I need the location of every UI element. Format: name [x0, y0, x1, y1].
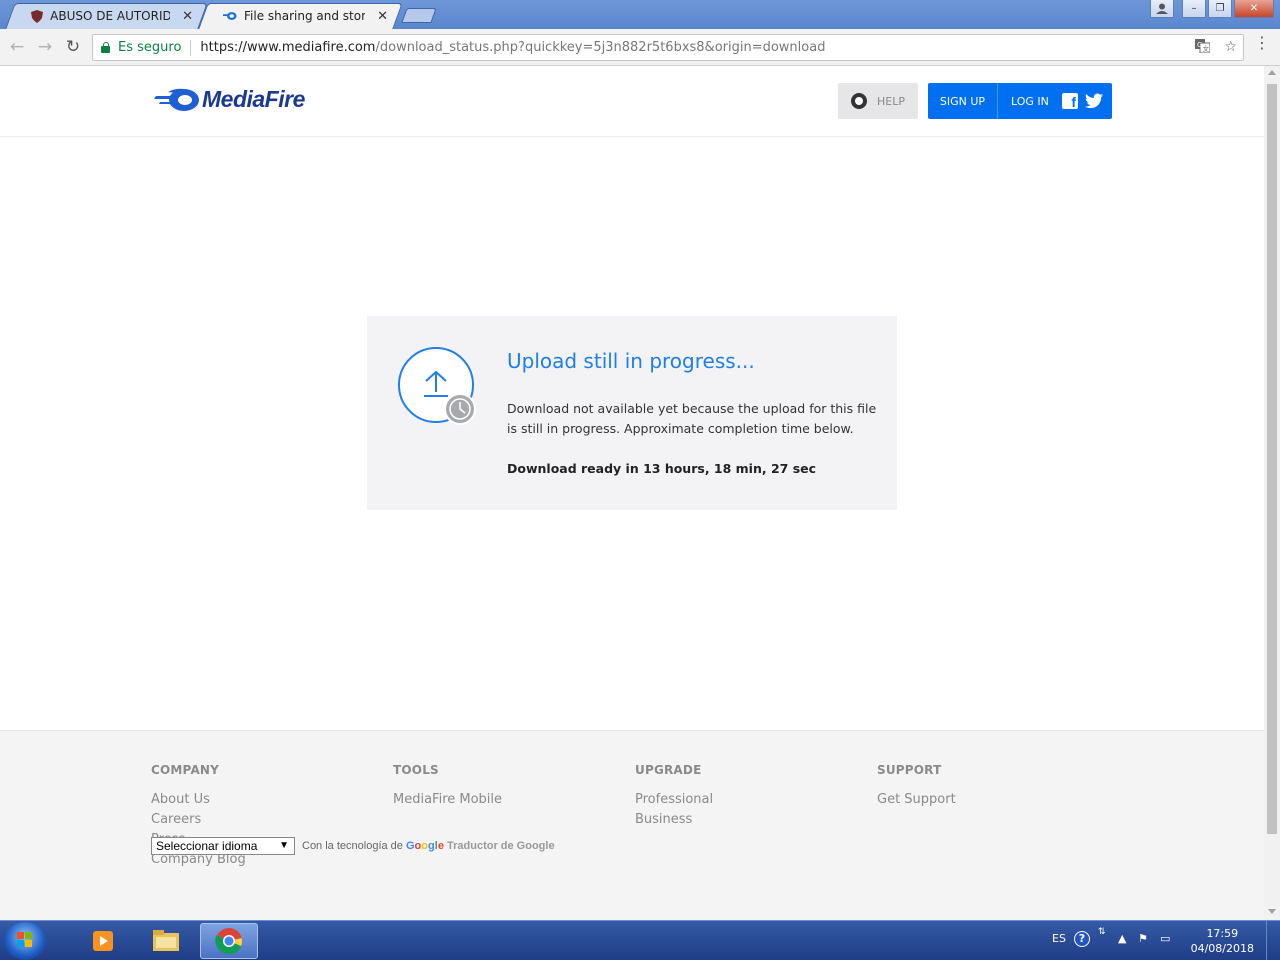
new-tab-button[interactable] [401, 8, 437, 23]
lifebuoy-icon [851, 93, 867, 109]
footer-link-careers[interactable]: Careers [151, 810, 246, 830]
omnibox-actions: G文 ☆ [1195, 38, 1237, 57]
footer-heading: SUPPORT [877, 763, 942, 777]
tray-expand-icon[interactable]: ▲ [1118, 932, 1126, 945]
system-tray: ES ? ⇅ ▲ ⚑ ▭ 17:59 04/08/2018 [1040, 921, 1280, 960]
status-title: Upload still in progress... [507, 349, 755, 373]
facebook-icon[interactable]: f [1062, 93, 1078, 109]
window-controls: – ❐ ✕ [1150, 0, 1274, 18]
auth-button-group: SIGN UP LOG IN f [928, 83, 1112, 119]
footer-column-upgrade: UPGRADE Professional Business [635, 763, 713, 830]
url-path: /download_status.php?quickkey=5j3n882r5t… [375, 40, 826, 55]
powered-by-google: Con la tecnología de Google Traductor de… [302, 840, 555, 852]
language-indicator[interactable]: ES [1052, 932, 1066, 945]
upload-clock-icon [397, 346, 479, 428]
mediafire-logo[interactable]: MediaFire [154, 86, 305, 113]
footer-column-support: SUPPORT Get Support [877, 763, 956, 810]
restore-button[interactable]: ❐ [1208, 0, 1232, 18]
help-button[interactable]: HELP [838, 83, 918, 119]
scroll-up-icon[interactable] [1268, 70, 1276, 75]
close-window-button[interactable]: ✕ [1234, 0, 1274, 18]
shield-favicon-icon [30, 9, 43, 23]
start-button[interactable] [4, 922, 46, 960]
svg-text:文: 文 [1203, 44, 1210, 53]
taskbar-explorer[interactable] [137, 923, 195, 959]
footer-heading: TOOLS [393, 763, 439, 777]
language-select-value: Seleccionar idioma [156, 839, 258, 853]
bookmark-star-icon[interactable]: ☆ [1224, 39, 1237, 57]
page-viewport: MediaFire HELP SIGN UP LOG IN f Upload s… [0, 66, 1264, 920]
footer-heading: UPGRADE [635, 763, 702, 777]
site-footer: COMPANY About Us Careers Press Company B… [0, 730, 1264, 920]
footer-link-professional[interactable]: Professional [635, 790, 713, 810]
google-letter: e [437, 840, 444, 852]
taskbar-chrome[interactable] [200, 923, 258, 959]
minimize-button[interactable]: – [1182, 0, 1206, 18]
download-eta: Download ready in 13 hours, 18 min, 27 s… [507, 461, 817, 476]
network-arrows-icon[interactable]: ⇅ [1098, 927, 1106, 937]
google-letter: G [405, 840, 415, 852]
scroll-down-icon[interactable] [1268, 909, 1276, 914]
google-letter: g [428, 840, 435, 852]
translate-icon[interactable]: G文 [1195, 38, 1211, 57]
google-translate-link[interactable]: Traductor de Google [447, 840, 555, 852]
windows-taskbar: ES ? ⇅ ▲ ⚑ ▭ 17:59 04/08/2018 [0, 920, 1280, 960]
footer-heading: COMPANY [151, 763, 220, 777]
taskbar-media-player[interactable] [74, 923, 132, 959]
clock-date: 04/08/2018 [1190, 942, 1254, 955]
dropdown-arrow-icon: ▼ [279, 840, 289, 851]
back-button[interactable]: ← [6, 36, 28, 58]
profile-icon[interactable] [1150, 0, 1174, 18]
show-desktop-button[interactable] [1266, 921, 1280, 960]
browser-menu-icon[interactable]: ⋮ [1254, 35, 1270, 51]
flag-icon[interactable]: ⚑ [1138, 932, 1148, 945]
help-tray-icon[interactable]: ? [1074, 931, 1090, 947]
tab-mediafire[interactable]: File sharing and storage made ✕ [198, 3, 403, 29]
forward-button[interactable]: → [34, 36, 56, 58]
mediafire-flame-icon [154, 88, 199, 111]
footer-column-tools: TOOLS MediaFire Mobile [393, 763, 502, 810]
logo-wordmark: MediaFire [202, 86, 305, 112]
lock-icon[interactable] [101, 42, 110, 53]
powered-prefix: Con la tecnología de [302, 840, 403, 852]
tab-close-icon[interactable]: ✕ [377, 9, 388, 24]
url-host: https://www.mediafire.com [200, 40, 376, 55]
secure-label[interactable]: Es seguro [118, 40, 181, 55]
footer-link-support[interactable]: Get Support [877, 790, 956, 810]
folder-icon [153, 930, 179, 951]
tab-title: File sharing and storage made [244, 9, 366, 23]
media-player-icon [93, 931, 113, 951]
scrollbar-thumb[interactable] [1267, 84, 1277, 834]
footer-link-business[interactable]: Business [635, 810, 713, 830]
windows-logo-icon [17, 932, 32, 947]
footer-link-about[interactable]: About Us [151, 790, 246, 810]
reload-button[interactable]: ↻ [62, 36, 84, 58]
tab-close-icon[interactable]: ✕ [182, 9, 193, 24]
network-icon[interactable]: ▭ [1160, 932, 1170, 945]
chrome-icon [215, 928, 242, 955]
mediafire-favicon-icon [223, 9, 237, 23]
tab-abuso[interactable]: ABUSO DE AUTORIDAD ✕ [5, 3, 208, 29]
upload-status-card: Upload still in progress... Download not… [367, 316, 897, 510]
site-header: MediaFire HELP SIGN UP LOG IN f [0, 66, 1264, 137]
footer-link-mobile[interactable]: MediaFire Mobile [393, 790, 502, 810]
tab-strip: ABUSO DE AUTORIDAD ✕ File sharing and st… [0, 0, 1280, 29]
help-label: HELP [877, 94, 905, 108]
twitter-icon[interactable] [1085, 93, 1103, 109]
page-scrollbar[interactable] [1264, 66, 1280, 920]
google-letter: o [421, 840, 429, 852]
browser-toolbar: ← → ↻ Es seguro https://www.mediafire.co… [0, 29, 1280, 66]
language-select[interactable]: Seleccionar idioma ▼ [151, 837, 295, 855]
status-description: Download not available yet because the u… [507, 401, 877, 436]
sign-up-button[interactable]: SIGN UP [928, 83, 998, 119]
omnibox-divider [190, 39, 192, 56]
log-in-button[interactable]: LOG IN [998, 95, 1049, 108]
clock-time: 17:59 [1206, 927, 1239, 940]
address-bar[interactable]: Es seguro https://www.mediafire.com /dow… [92, 34, 1244, 61]
taskbar-clock[interactable]: 17:59 04/08/2018 [1191, 926, 1254, 956]
tab-title: ABUSO DE AUTORIDAD [50, 9, 171, 23]
